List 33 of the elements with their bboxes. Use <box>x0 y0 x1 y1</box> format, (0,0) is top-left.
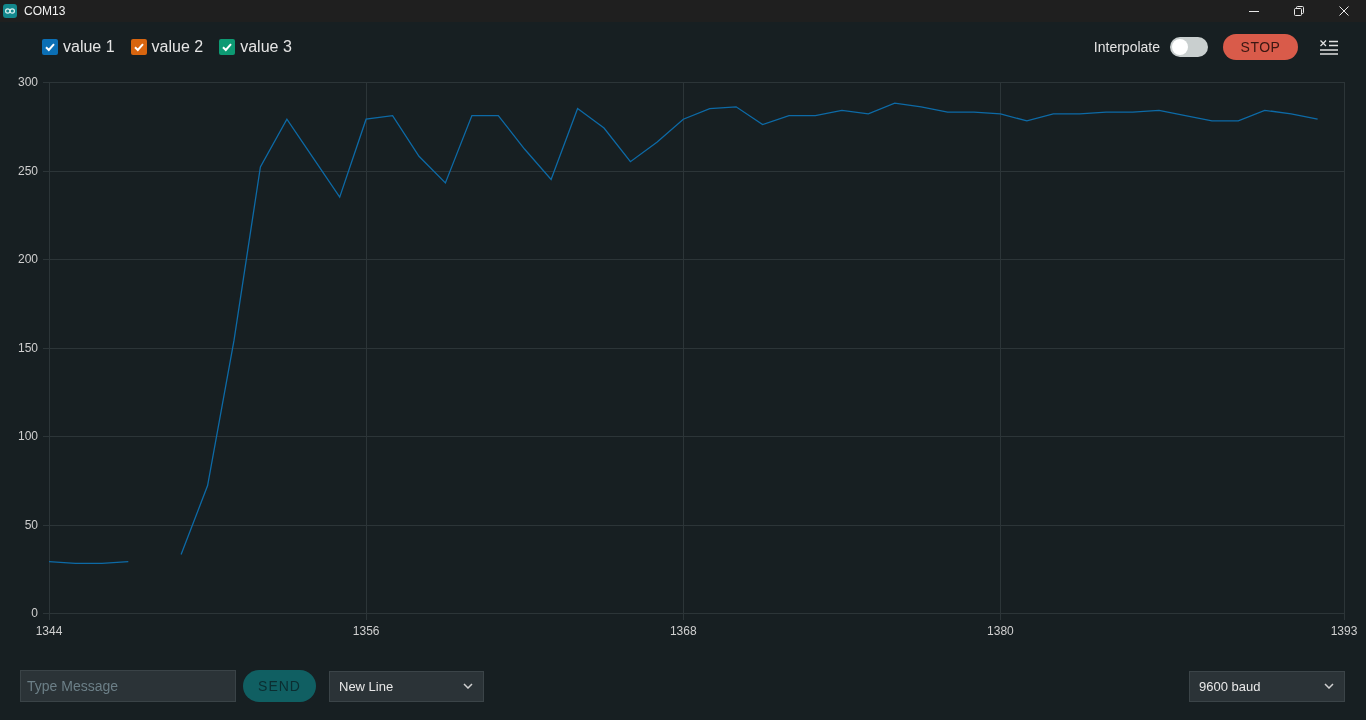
close-icon <box>1338 6 1349 16</box>
checkbox[interactable] <box>42 39 58 55</box>
infinity-logo-icon <box>3 4 17 18</box>
baud-rate-select[interactable]: 9600 baud <box>1189 670 1345 702</box>
chevron-down-icon <box>463 683 473 689</box>
y-axis-label: 250 <box>17 163 38 178</box>
legend-label: value 1 <box>63 38 115 56</box>
line-ending-select[interactable]: New Line <box>329 670 484 702</box>
minimize-icon <box>1248 10 1259 12</box>
x-axis-label: 1344 <box>35 624 63 638</box>
y-axis-label: 0 <box>31 606 38 620</box>
clear-button[interactable] <box>1320 39 1338 55</box>
stop-button[interactable]: STOP <box>1223 34 1298 60</box>
y-axis-label: 100 <box>17 429 38 443</box>
y-axis-label: 200 <box>17 252 38 266</box>
message-input[interactable]: Type Message <box>20 670 236 702</box>
y-axis-label: 300 <box>17 75 38 89</box>
legend-label: value 2 <box>151 38 204 56</box>
x-axis-label: 1380 <box>987 624 1014 638</box>
checkbox[interactable] <box>130 39 147 55</box>
chevron-down-icon <box>1324 683 1334 689</box>
restore-icon <box>1293 6 1304 16</box>
x-axis-label: 1393 <box>1330 624 1358 638</box>
x-axis-label: 1368 <box>669 624 697 638</box>
y-axis-label: 150 <box>17 340 38 355</box>
clear-list-icon <box>1320 39 1338 55</box>
interpolate-toggle[interactable] <box>1170 37 1208 57</box>
checkbox[interactable] <box>219 39 236 55</box>
legend-label: value 3 <box>240 38 292 56</box>
window-title: COM13 <box>24 4 66 18</box>
interpolate-label: Interpolate <box>1093 39 1160 55</box>
y-axis-label: 50 <box>24 517 38 532</box>
x-axis-label: 1356 <box>352 624 380 638</box>
